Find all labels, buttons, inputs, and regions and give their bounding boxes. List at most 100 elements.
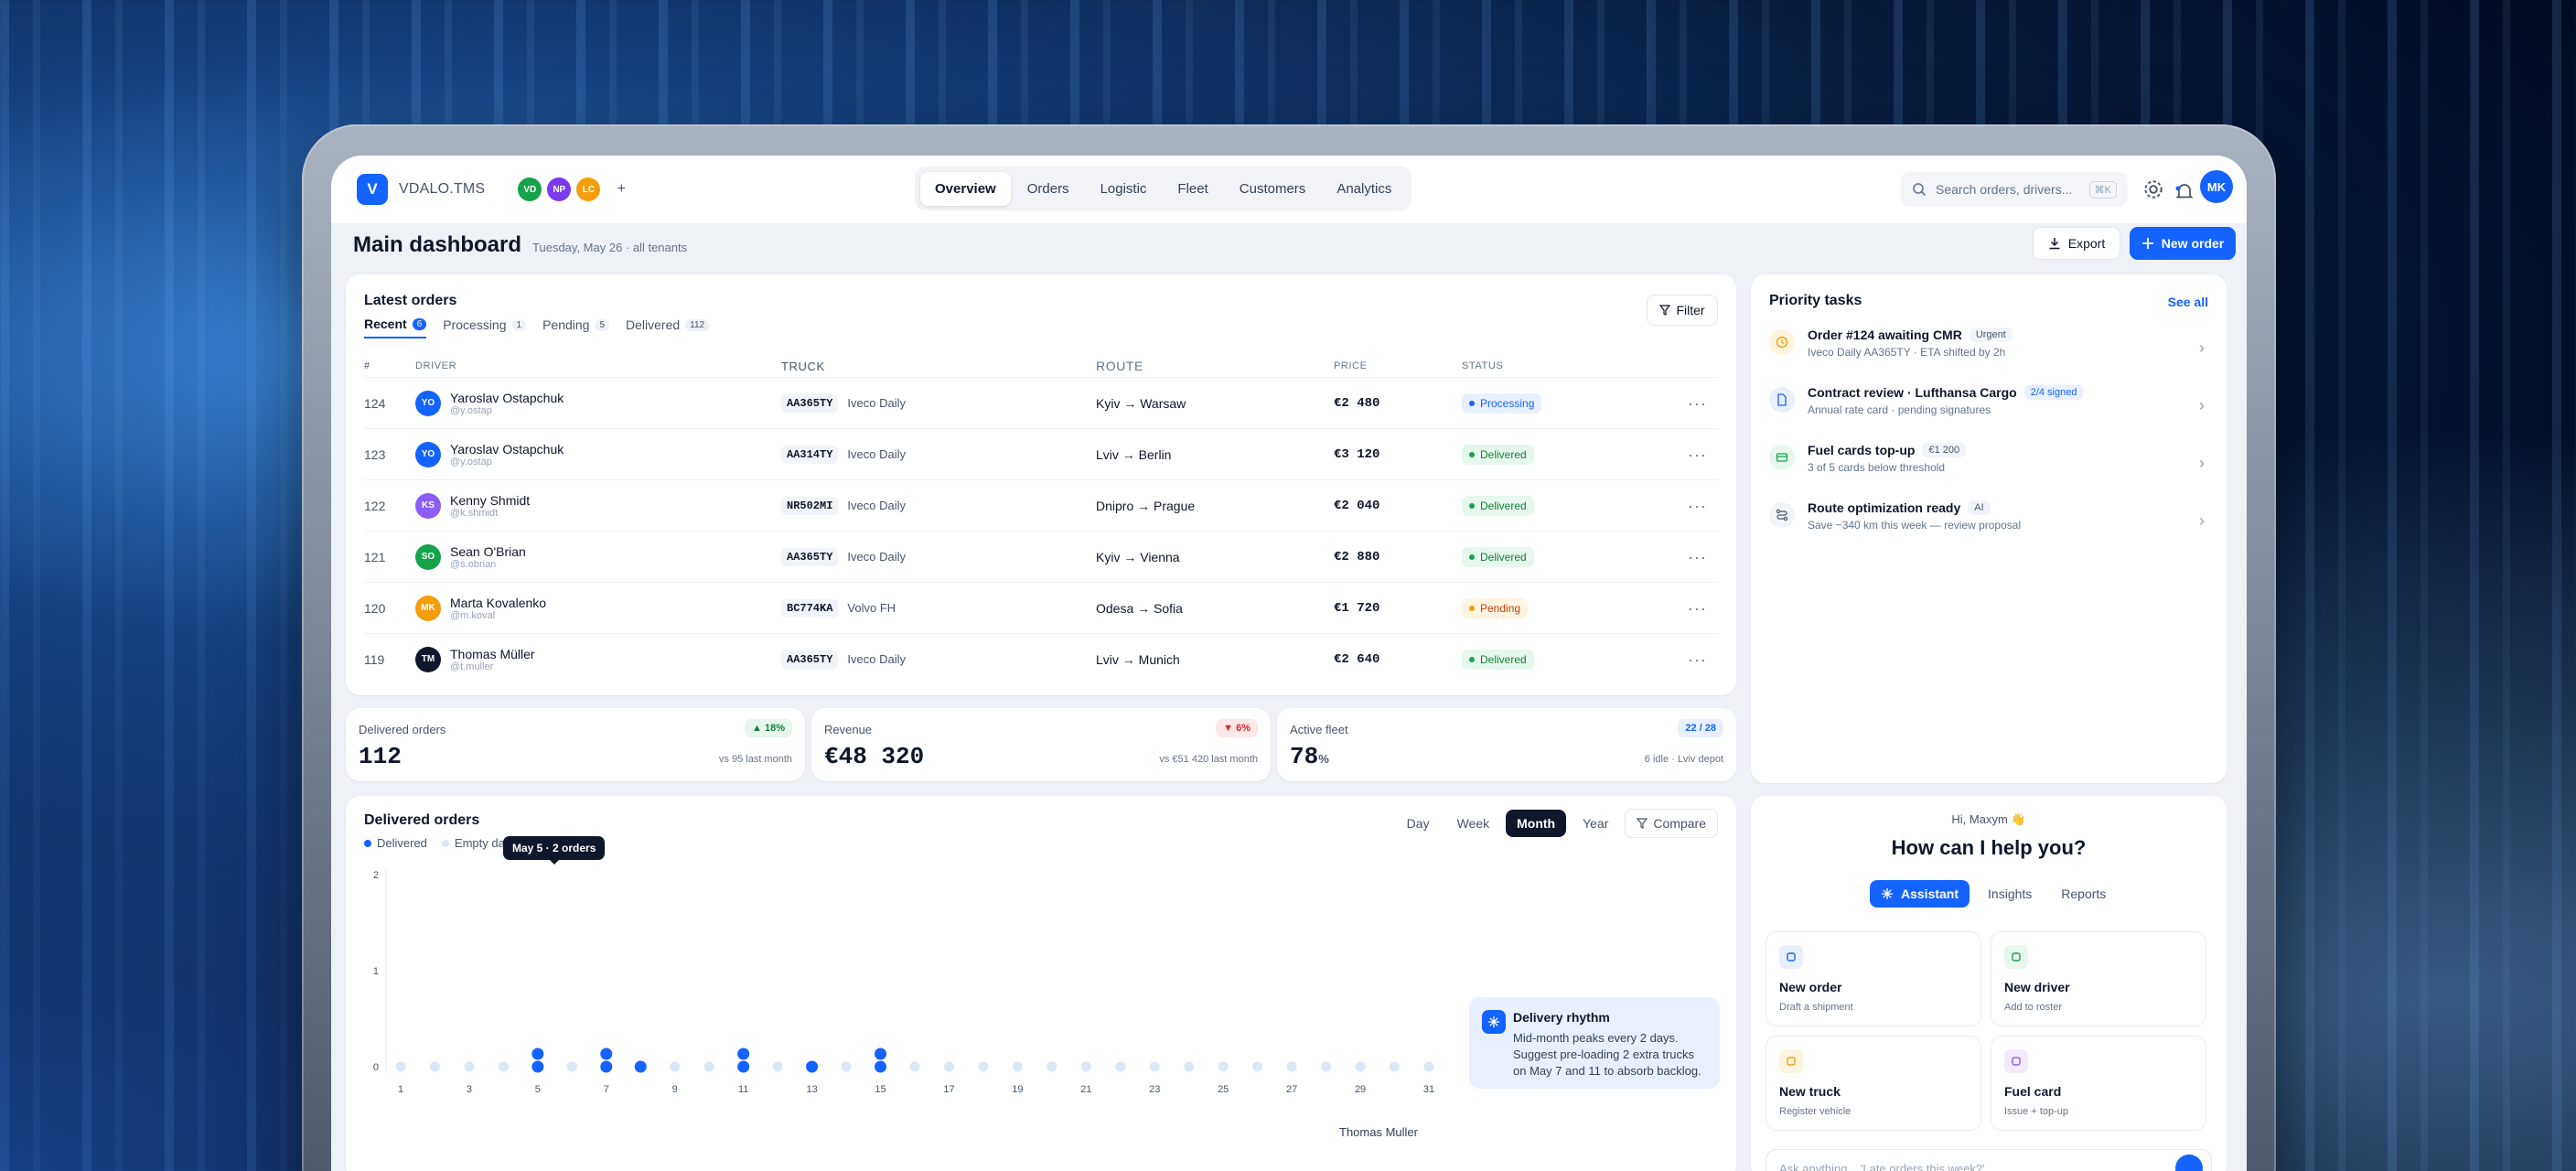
truck-cell: AA365TY Iveco Daily bbox=[781, 393, 1096, 413]
tenant-avatar[interactable]: NP bbox=[547, 177, 572, 201]
x-tick-label: 21 bbox=[1080, 1084, 1091, 1095]
delivered-point bbox=[531, 1047, 544, 1060]
orders-tab-processing[interactable]: Processing 1 bbox=[443, 317, 527, 338]
filter-button[interactable]: Filter bbox=[1647, 295, 1718, 326]
x-tick-label: 3 bbox=[467, 1084, 472, 1095]
delivered-point bbox=[600, 1060, 613, 1073]
tab-count: 1 bbox=[511, 318, 527, 331]
kpi-value: 112 bbox=[359, 743, 402, 770]
driver-handle: @m.koval bbox=[450, 609, 496, 621]
period-month[interactable]: Month bbox=[1506, 810, 1567, 837]
tenant-avatar[interactable]: LC bbox=[576, 177, 601, 201]
table-row[interactable]: 122 KS Kenny Shmidt @k.shmidt NR502MI Iveco D… bbox=[364, 479, 1718, 531]
task-title: Contract review · Lufthansa Cargo bbox=[1808, 385, 2017, 400]
filter-icon bbox=[1637, 818, 1648, 829]
new-order-button[interactable]: New order bbox=[2130, 227, 2236, 260]
more-options-icon[interactable]: ··· bbox=[1688, 548, 1707, 567]
task-item[interactable]: Contract review · Lufthansa Cargo 2/4 sig… bbox=[1769, 385, 2208, 442]
more-options-icon[interactable]: ··· bbox=[1688, 650, 1707, 670]
more-options-icon[interactable]: ··· bbox=[1688, 394, 1707, 414]
quick-action-card[interactable]: New order Draft a shipment bbox=[1766, 931, 1981, 1026]
quick-action-card[interactable]: Fuel card Issue + top-up bbox=[1991, 1036, 2206, 1131]
delivered-point bbox=[875, 1047, 887, 1060]
status-cell: Delivered bbox=[1462, 444, 1718, 465]
column-header: PRICE bbox=[1334, 360, 1368, 371]
app-logo[interactable]: V bbox=[357, 174, 388, 205]
assistant-tab-reports[interactable]: Reports bbox=[2050, 880, 2117, 908]
order-id: 119 bbox=[364, 651, 385, 667]
route: Lviv → Munich bbox=[1096, 651, 1180, 667]
column-header: TRUCK bbox=[781, 359, 825, 373]
task-item[interactable]: Order #124 awaiting CMR Urgent Iveco Daily… bbox=[1769, 328, 2208, 384]
export-button[interactable]: Export bbox=[2033, 227, 2120, 260]
period-year[interactable]: Year bbox=[1572, 810, 1619, 837]
kpi-label: Revenue bbox=[824, 723, 873, 736]
empty-day-point bbox=[498, 1061, 509, 1072]
see-all-link[interactable]: See all bbox=[2168, 295, 2208, 309]
quick-action-card[interactable]: New truck Register vehicle bbox=[1766, 1036, 1981, 1131]
orders-tab-pending[interactable]: Pending 5 bbox=[542, 317, 610, 338]
period-day[interactable]: Day bbox=[1396, 810, 1441, 837]
truck-cell: AA314TY Iveco Daily bbox=[781, 445, 1096, 464]
page-header: Main dashboard Tuesday, May 26 · all ten… bbox=[353, 232, 687, 258]
task-item[interactable]: Fuel cards top-up €1 200 3 of 5 cards belo… bbox=[1769, 443, 2208, 500]
bell-icon[interactable] bbox=[2174, 181, 2195, 201]
assistant-tab-assistant[interactable]: Assistant bbox=[1870, 880, 1970, 908]
compare-button[interactable]: Compare bbox=[1625, 809, 1718, 838]
nav-tab-fleet[interactable]: Fleet bbox=[1163, 172, 1222, 206]
avatar: TM bbox=[415, 646, 441, 672]
route: Kyiv → Vienna bbox=[1096, 549, 1180, 564]
driver-name: Marta Kovalenko bbox=[450, 595, 547, 610]
nav-tab-customers[interactable]: Customers bbox=[1225, 172, 1321, 206]
table-row[interactable]: 124 YO Yaroslav Ostapchuk @y.ostap AA365TY Iv… bbox=[364, 377, 1718, 428]
x-tick-label: 11 bbox=[738, 1084, 748, 1095]
assistant-tab-insights[interactable]: Insights bbox=[1977, 880, 2043, 908]
chart-title: Delivered orders bbox=[364, 812, 480, 828]
quick-action-title: New driver bbox=[2004, 980, 2070, 994]
gear-icon[interactable] bbox=[2141, 177, 2165, 201]
search-input[interactable]: Search orders, drivers... ⌘K bbox=[1901, 172, 2128, 207]
tenant-avatar[interactable]: VD bbox=[518, 177, 542, 201]
column-header: ROUTE bbox=[1096, 359, 1143, 373]
user-avatar[interactable]: MK bbox=[2200, 170, 2233, 203]
truck-plate: AA314TY bbox=[781, 445, 839, 464]
table-row[interactable]: 119 TM Thomas Müller @t.muller AA365TY Iveco … bbox=[364, 633, 1718, 684]
package-icon bbox=[1779, 945, 1803, 969]
task-item[interactable]: Route optimization ready AI Save ~340 km t… bbox=[1769, 500, 2208, 557]
driver-handle: @y.ostap bbox=[450, 404, 492, 416]
more-options-icon[interactable]: ··· bbox=[1688, 497, 1707, 516]
nav-tab-analytics[interactable]: Analytics bbox=[1322, 172, 1406, 206]
table-row[interactable]: 123 YO Yaroslav Ostapchuk @y.ostap AA314TY Iv… bbox=[364, 428, 1718, 479]
kpi-label: Delivered orders bbox=[359, 723, 446, 736]
more-options-icon[interactable]: ··· bbox=[1688, 599, 1707, 618]
assistant-input[interactable]: Ask anything... 'Late orders this week?' bbox=[1766, 1149, 2212, 1171]
empty-day-point bbox=[1046, 1061, 1057, 1072]
orders-tab-delivered[interactable]: Delivered 112 bbox=[626, 317, 710, 338]
nav-tab-orders[interactable]: Orders bbox=[1013, 172, 1084, 206]
orders-tab-recent[interactable]: Recent 6 bbox=[364, 317, 427, 338]
x-tick-label: 29 bbox=[1355, 1084, 1366, 1095]
kpi-card-fleet: Active fleet 78% 22 / 28 6 idle · Lviv d… bbox=[1277, 708, 1736, 781]
table-row[interactable]: 121 SO Sean O'Brian @s.obrian AA365TY Iveco D… bbox=[364, 531, 1718, 582]
period-week[interactable]: Week bbox=[1446, 810, 1501, 837]
x-tick-label: 13 bbox=[806, 1084, 817, 1095]
price: €1 720 bbox=[1334, 600, 1380, 616]
nav-tab-logistic[interactable]: Logistic bbox=[1086, 172, 1162, 206]
table-row[interactable]: 120 MK Marta Kovalenko @m.koval BC774KA Volvo… bbox=[364, 582, 1718, 633]
add-tenant-button[interactable]: + bbox=[609, 177, 633, 201]
quick-action-card[interactable]: New driver Add to roster bbox=[1991, 931, 2206, 1026]
empty-day-point bbox=[1252, 1061, 1263, 1072]
more-options-icon[interactable]: ··· bbox=[1688, 446, 1707, 465]
truck-cell: AA365TY Iveco Daily bbox=[781, 650, 1096, 669]
status-cell: Processing bbox=[1462, 392, 1718, 414]
status-cell: Delivered bbox=[1462, 495, 1718, 516]
route: Dnipro → Prague bbox=[1096, 498, 1196, 513]
nav-tab-overview[interactable]: Overview bbox=[920, 171, 1011, 206]
kpi-card-delivered: Delivered orders 112 ▲ 18% vs 95 last mo… bbox=[346, 708, 805, 781]
app-window: V VDALO.TMS VD NP LC + Overview Orders L… bbox=[331, 156, 2247, 1171]
delivered-point bbox=[600, 1047, 613, 1060]
kpi-label: Active fleet bbox=[1290, 723, 1348, 736]
chart-legend: Delivered Empty days bbox=[364, 836, 517, 850]
empty-day-point bbox=[1149, 1061, 1160, 1072]
chevron-right-icon: › bbox=[2199, 338, 2205, 357]
